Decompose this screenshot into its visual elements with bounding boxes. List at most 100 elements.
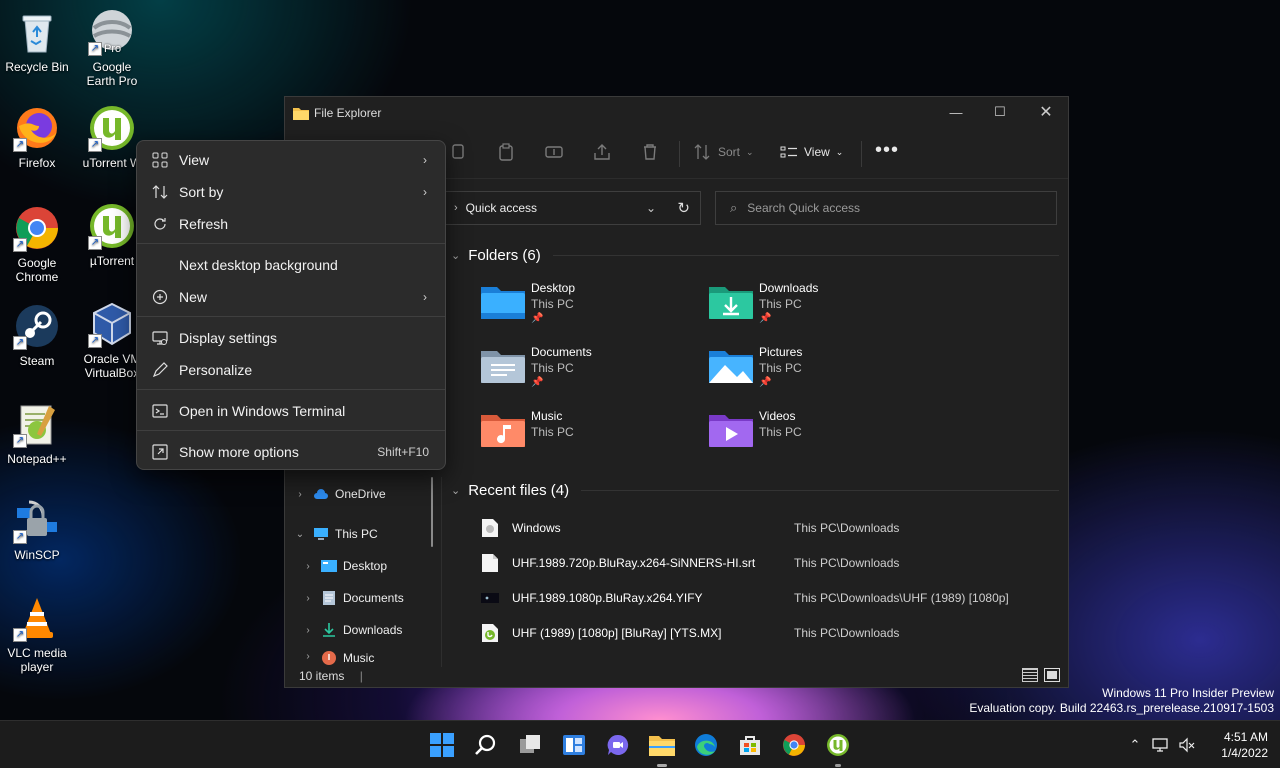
minimize-button[interactable]: — [933, 97, 979, 127]
share-button[interactable] [593, 143, 611, 161]
folder-name: Desktop [531, 281, 576, 295]
desktop-icon-recycle-bin[interactable]: Recycle Bin [0, 8, 77, 74]
desktop-icon-google-earth[interactable]: ↗ Pro Google Earth Pro [72, 8, 152, 88]
menu-item-view[interactable]: View › [141, 145, 441, 175]
menu-item-show-more-options[interactable]: Show more options Shift+F10 [141, 437, 441, 467]
menu-item-refresh[interactable]: Refresh [141, 209, 441, 239]
menu-item-sort-by[interactable]: Sort by › [141, 177, 441, 207]
recent-file-row[interactable]: UHF.1989.1080p.BluRay.x264.YIFY This PC\… [481, 583, 1041, 613]
network-icon[interactable] [1152, 736, 1174, 754]
desktop-icon-chrome[interactable]: ↗ Google Chrome [0, 204, 77, 284]
menu-item-label: Display settings [179, 330, 278, 346]
search-placeholder: Search Quick access [747, 201, 860, 215]
nav-item-music[interactable]: › Music [301, 643, 451, 667]
rename-button[interactable] [545, 143, 563, 161]
folder-downloads[interactable]: Downloads This PC 📌 [709, 280, 929, 326]
folders-section-header[interactable]: ⌄ Folders (6) [451, 247, 1059, 264]
chevron-right-icon: › [298, 488, 302, 500]
recent-file-row[interactable]: UHF.1989.720p.BluRay.x264-SiNNERS-HI.srt… [481, 548, 1041, 578]
watermark-line-2: Evaluation copy. Build 22463.rs_prerelea… [969, 701, 1274, 715]
copy-button[interactable] [449, 143, 467, 161]
clock[interactable]: 4:51 AM 1/4/2022 [1221, 729, 1268, 761]
menu-item-label: Show more options [179, 444, 299, 460]
folder-music[interactable]: Music This PC [481, 408, 701, 447]
nav-item-onedrive[interactable]: › OneDrive [293, 479, 443, 509]
utorrent-taskbar-button[interactable] [822, 729, 854, 767]
menu-item-personalize[interactable]: Personalize [141, 355, 441, 385]
window-title: File Explorer [314, 106, 382, 120]
teams-chat-button[interactable] [602, 729, 634, 761]
file-explorer-taskbar-button[interactable] [646, 729, 678, 767]
desktop-icon-label: Notepad++ [7, 452, 67, 466]
folder-videos[interactable]: Videos This PC [709, 408, 929, 447]
desktop-folder-icon [321, 559, 337, 573]
view-button[interactable]: View ⌄ [780, 143, 843, 161]
nav-item-label: Downloads [343, 623, 403, 637]
menu-item-display-settings[interactable]: Display settings [141, 323, 441, 353]
video-thumbnail-icon [481, 588, 499, 608]
pen-icon [151, 361, 169, 379]
widgets-button[interactable] [558, 729, 590, 761]
search-icon: ⌕ [730, 200, 738, 215]
task-view-button[interactable] [514, 729, 546, 761]
sort-button[interactable]: Sort ⌄ [693, 143, 754, 161]
desktop-icon-steam[interactable]: ↗ Steam [0, 302, 77, 368]
chevron-right-icon: › [423, 185, 427, 199]
nav-item-label: OneDrive [335, 487, 386, 501]
desktop-icon-firefox[interactable]: ↗ Firefox [0, 104, 77, 170]
menu-item-open-terminal[interactable]: Open in Windows Terminal [141, 396, 441, 426]
volume-muted-icon[interactable] [1178, 736, 1200, 754]
store-button[interactable] [734, 729, 766, 761]
desktop-icon-winscp[interactable]: ↗ WinSCP [0, 496, 77, 562]
refresh-icon[interactable]: ↻ [677, 199, 690, 217]
menu-item-new[interactable]: New › [141, 282, 441, 312]
task-view-icon [520, 735, 540, 753]
close-button[interactable]: ✕ [1023, 97, 1069, 127]
nav-item-desktop[interactable]: › Desktop [301, 551, 451, 581]
desktop-icon-label: Steam [19, 354, 55, 368]
nav-item-this-pc[interactable]: ⌄ This PC [293, 519, 443, 549]
folder-location: This PC [759, 361, 802, 375]
nav-pane-scrollbar[interactable] [431, 477, 433, 547]
recent-file-name: UHF (1989) [1080p] [BluRay] [YTS.MX] [512, 626, 722, 640]
vlc-icon: ↗ [13, 594, 61, 642]
folder-desktop[interactable]: Desktop This PC 📌 [481, 280, 701, 326]
steam-icon: ↗ [13, 302, 61, 350]
paste-button[interactable] [497, 143, 515, 161]
utorrent-icon: ↗ [88, 202, 136, 250]
section-divider [581, 490, 1059, 491]
recent-header-label: Recent files (4) [468, 482, 570, 499]
edge-button[interactable] [690, 729, 722, 761]
folder-pictures[interactable]: Pictures This PC 📌 [709, 344, 929, 390]
desktop-icon-vlc[interactable]: ↗ VLC media player [0, 594, 77, 674]
rename-icon [545, 146, 563, 158]
system-tray: ⌃ [1124, 721, 1200, 768]
paste-icon [499, 143, 513, 161]
folder-location: This PC [531, 361, 574, 375]
recent-file-row[interactable]: Windows This PC\Downloads [481, 513, 1041, 543]
search-input[interactable]: ⌕ Search Quick access [715, 191, 1057, 225]
videos-folder-icon [709, 411, 753, 447]
address-dropdown-icon[interactable]: ⌄ [646, 201, 656, 215]
shortcut-arrow-icon: ↗ [13, 238, 27, 252]
menu-item-next-background[interactable]: Next desktop background [141, 250, 441, 280]
details-view-button[interactable] [1022, 668, 1038, 682]
show-hidden-icons-button[interactable]: ⌃ [1124, 737, 1146, 753]
chrome-taskbar-button[interactable] [778, 729, 810, 761]
nav-item-documents[interactable]: › Documents [301, 583, 451, 613]
maximize-button[interactable]: ☐ [977, 97, 1023, 127]
address-bar[interactable]: › Quick access ⌄ ↻ [445, 191, 701, 225]
see-more-button[interactable]: ••• [875, 139, 899, 162]
desktop-icon-notepadpp[interactable]: ↗ Notepad++ [0, 400, 77, 466]
folder-documents[interactable]: Documents This PC 📌 [481, 344, 701, 390]
nav-item-downloads[interactable]: › Downloads [301, 615, 451, 645]
nav-item-label: This PC [335, 527, 378, 541]
store-icon [740, 736, 760, 755]
delete-button[interactable] [641, 143, 659, 161]
recent-section-header[interactable]: ⌄ Recent files (4) [451, 482, 1059, 499]
search-button[interactable] [470, 729, 502, 761]
documents-icon [321, 591, 337, 605]
tiles-view-button[interactable] [1044, 668, 1060, 682]
recent-file-row[interactable]: UHF (1989) [1080p] [BluRay] [YTS.MX] Thi… [481, 618, 1041, 648]
start-button[interactable] [426, 729, 458, 761]
